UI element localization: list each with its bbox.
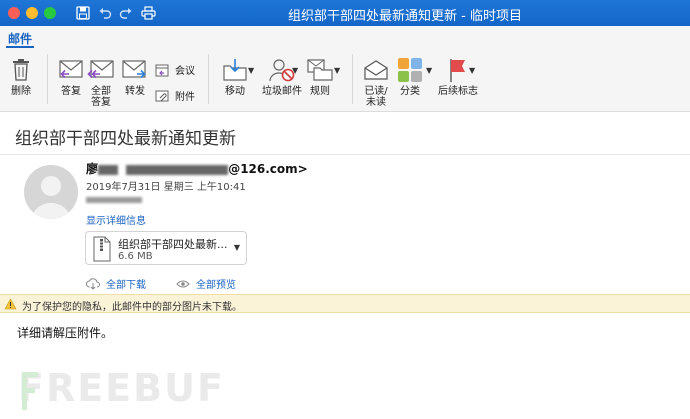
preview-all-label: 全部预览 — [196, 280, 236, 291]
attachment-label: 附件 — [175, 92, 195, 103]
trash-icon — [6, 56, 36, 84]
categorize-button[interactable]: 分类 — [395, 56, 425, 97]
read-unread-label-line2: 未读 — [366, 97, 386, 108]
cloud-download-icon — [86, 277, 100, 290]
rules-icon — [305, 56, 335, 84]
save-icon[interactable] — [74, 4, 92, 22]
title-bar: 组织部干部四处最新通知更新 - 临时项目 — [0, 0, 690, 26]
attachment-name: 组织部干部四处最新... — [118, 238, 228, 251]
minimize-window-button[interactable] — [26, 7, 38, 19]
read-unread-label: 已读/未读 — [364, 86, 387, 108]
reply-button[interactable]: 答复 — [56, 56, 86, 97]
warning-icon — [4, 298, 17, 313]
categorize-grid-icon — [395, 56, 425, 84]
forward-label: 转发 — [125, 86, 145, 97]
ribbon-separator — [47, 54, 48, 104]
reply-all-button[interactable]: 全部 答复 — [86, 56, 116, 108]
redo-icon[interactable] — [117, 4, 135, 22]
privacy-notice-text: 为了保护您的隐私，此邮件中的部分图片未下载。 — [22, 302, 242, 313]
rules-chevron-down-icon[interactable]: ▼ — [334, 66, 340, 75]
ribbon-tab-bar: 邮件 — [0, 26, 690, 48]
sender-line[interactable]: 廖 @126.com> — [86, 160, 308, 177]
print-icon[interactable] — [139, 4, 157, 22]
freebuf-watermark: FREEBUF — [18, 366, 225, 410]
sender-email-domain: @126.com> — [228, 162, 308, 176]
reply-all-label: 全部 答复 — [91, 86, 111, 108]
recipient-line — [86, 195, 142, 206]
open-envelope-icon — [361, 56, 391, 84]
move-chevron-down-icon[interactable]: ▼ — [248, 66, 254, 75]
zoom-window-button[interactable] — [44, 7, 56, 19]
avatar — [24, 165, 78, 219]
message-date: 2019年7月31日 星期三 上午10:41 — [86, 182, 246, 193]
redacted-name — [98, 164, 119, 175]
reply-all-icon — [86, 56, 116, 84]
paperclip-icon — [155, 89, 171, 103]
junk-button[interactable]: 垃圾邮件 — [262, 56, 302, 97]
redacted-email — [126, 164, 229, 175]
close-window-button[interactable] — [8, 7, 20, 19]
move-label: 移动 — [225, 86, 245, 97]
categorize-chevron-down-icon[interactable]: ▼ — [426, 66, 432, 75]
ribbon-separator — [352, 54, 353, 104]
meeting-label: 会议 — [175, 66, 195, 77]
show-details-link[interactable]: 显示详细信息 — [86, 212, 146, 227]
attachment-chevron-down-icon[interactable]: ▼ — [234, 243, 240, 252]
eye-icon — [176, 279, 190, 289]
ribbon-toolbar: 删除 答复 全部 答复 转发 会议 附件 移动 ▼ 垃圾邮件 ▼ 规则 ▼ 已读… — [0, 48, 690, 112]
reply-all-label-line1: 全部 — [91, 86, 111, 97]
attachment-size: 6.6 MB — [118, 251, 153, 262]
junk-label: 垃圾邮件 — [262, 86, 302, 97]
watermark-logo-mark — [22, 372, 40, 410]
download-all-label: 全部下载 — [106, 280, 146, 291]
message-subject: 组织部干部四处最新通知更新 — [15, 129, 236, 149]
tab-mail[interactable]: 邮件 — [8, 30, 32, 47]
ribbon-separator — [208, 54, 209, 104]
categorize-label: 分类 — [400, 86, 420, 97]
rules-label: 规则 — [310, 86, 330, 97]
undo-icon[interactable] — [96, 4, 114, 22]
download-all-button[interactable]: 全部下载 — [86, 276, 146, 291]
read-unread-button[interactable]: 已读/未读 — [361, 56, 391, 108]
sender-name: 廖 — [86, 162, 99, 176]
followup-button[interactable]: 后续标志 — [438, 56, 478, 97]
reply-all-label-line2: 答复 — [91, 97, 111, 108]
reply-icon — [56, 56, 86, 84]
calendar-reply-icon — [155, 63, 171, 77]
reply-label: 答复 — [61, 86, 81, 97]
move-folder-icon — [220, 56, 250, 84]
attachment-button[interactable]: 附件 — [155, 88, 195, 103]
forward-icon — [120, 56, 150, 84]
header-divider — [0, 154, 690, 155]
delete-label: 删除 — [11, 86, 31, 97]
followup-chevron-down-icon[interactable]: ▼ — [469, 66, 475, 75]
attachment-card[interactable]: 组织部干部四处最新... 6.6 MB ▼ — [85, 231, 247, 265]
junk-chevron-down-icon[interactable]: ▼ — [292, 66, 298, 75]
message-body: 详细请解压附件。 — [17, 326, 114, 340]
person-icon — [32, 176, 70, 219]
privacy-notice-bar: 为了保护您的隐私，此邮件中的部分图片未下载。 — [0, 294, 690, 313]
redacted-recipient — [86, 197, 142, 203]
read-unread-label-line1: 已读/ — [364, 86, 388, 97]
delete-button[interactable]: 删除 — [6, 56, 36, 97]
followup-label: 后续标志 — [438, 86, 478, 97]
preview-all-button[interactable]: 全部预览 — [176, 276, 236, 291]
meeting-button[interactable]: 会议 — [155, 62, 195, 77]
zip-file-icon — [92, 236, 112, 262]
move-button[interactable]: 移动 — [220, 56, 250, 97]
window-title: 组织部干部四处最新通知更新 - 临时项目 — [288, 9, 522, 24]
rules-button[interactable]: 规则 — [305, 56, 335, 97]
forward-button[interactable]: 转发 — [120, 56, 150, 97]
